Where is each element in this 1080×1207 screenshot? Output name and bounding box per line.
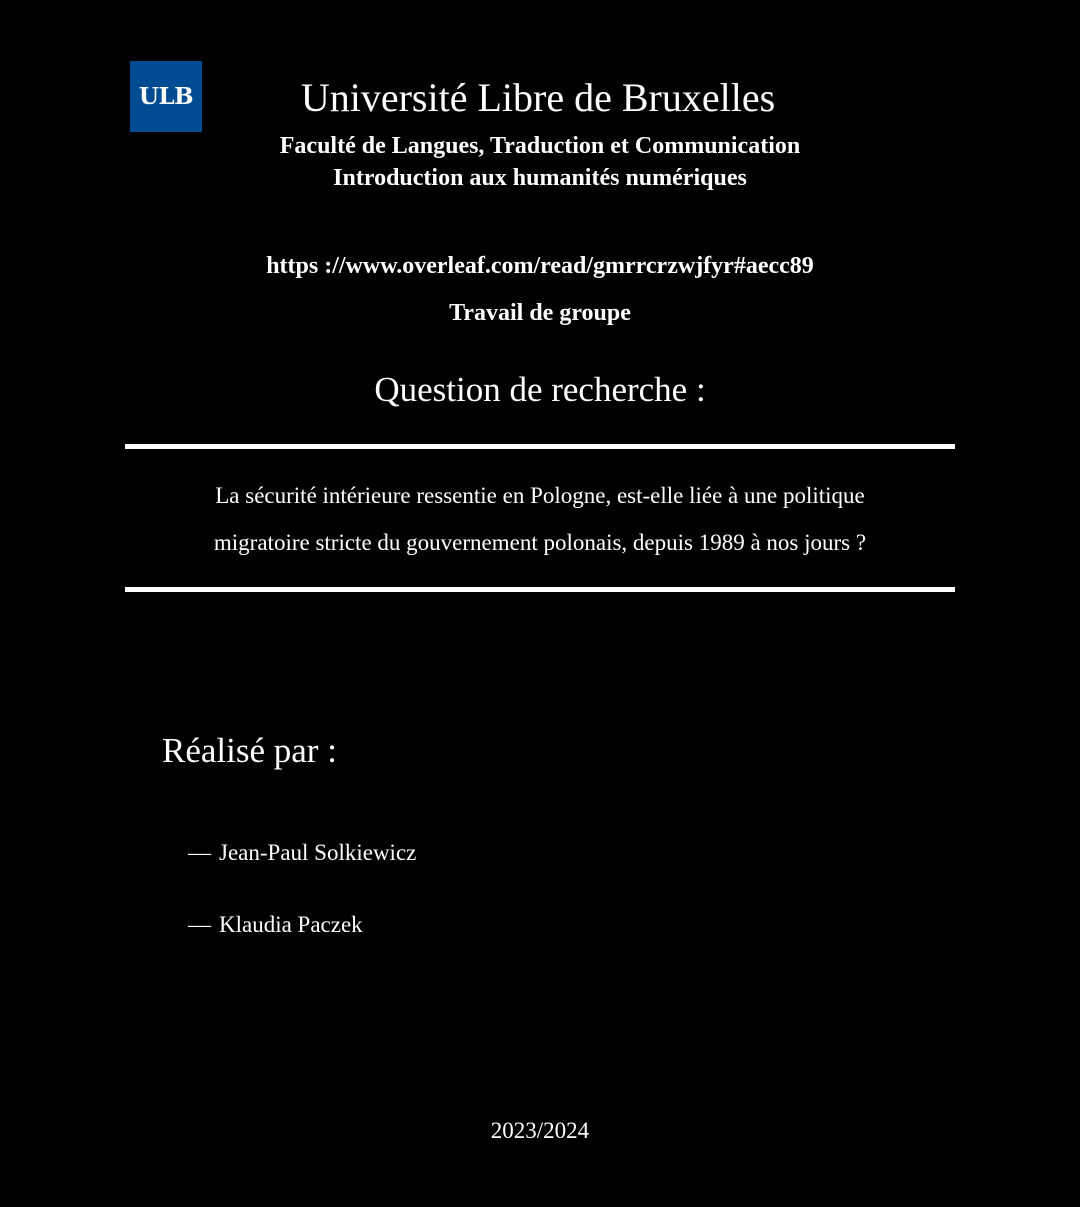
research-question-text: La sécurité intérieure ressentie en Polo… bbox=[0, 472, 1080, 566]
faculty-name: Faculté de Langues, Traduction et Commun… bbox=[279, 133, 801, 159]
academic-year: 2023/2024 bbox=[490, 1118, 590, 1143]
work-type: Travail de groupe bbox=[449, 300, 631, 326]
author-item: — Klaudia Paczek bbox=[188, 910, 363, 940]
overleaf-link[interactable]: https ://www.overleaf.com/read/gmrrcrzwj… bbox=[0, 251, 1080, 281]
research-question-line-2: migratoire stricte du gouvernement polon… bbox=[213, 530, 867, 555]
top-rule bbox=[125, 444, 955, 449]
bottom-rule bbox=[125, 587, 955, 592]
research-question-heading: Question de recherche : bbox=[374, 370, 706, 409]
research-question-line-1: La sécurité intérieure ressentie en Polo… bbox=[215, 483, 865, 508]
university-title: Université Libre de Bruxelles bbox=[300, 75, 776, 120]
author-name: Klaudia Paczek bbox=[219, 912, 363, 937]
authors-heading: Réalisé par : bbox=[162, 731, 337, 770]
author-item: — Jean-Paul Solkiewicz bbox=[188, 838, 416, 868]
author-dash: — bbox=[188, 912, 211, 937]
author-dash: — bbox=[188, 840, 211, 865]
course-name: Introduction aux humanités numériques bbox=[333, 165, 747, 191]
author-name: Jean-Paul Solkiewicz bbox=[219, 840, 417, 865]
